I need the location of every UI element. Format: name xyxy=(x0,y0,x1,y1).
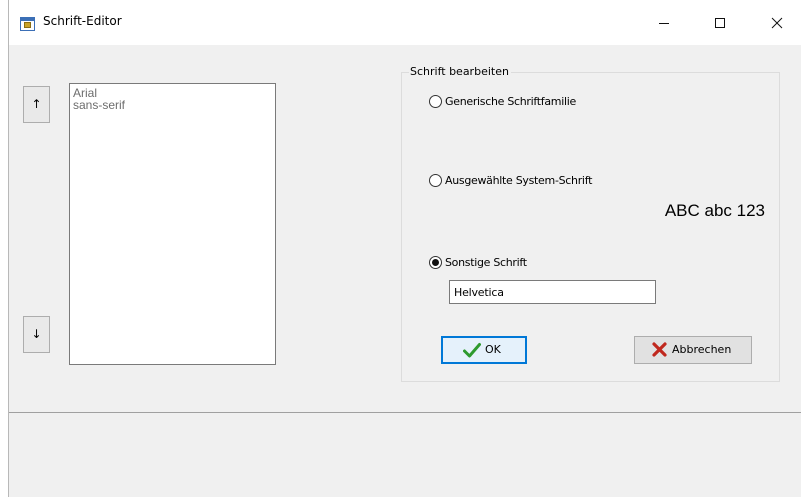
system-font-label: Ausgewählte System-Schrift xyxy=(445,174,593,187)
window-title: Schrift-Editor xyxy=(43,14,122,28)
font-editor-window: Schrift-Editor ↑ ↓ Arial sans-serif Schr… xyxy=(8,0,801,497)
checkmark-icon xyxy=(463,343,481,358)
system-font-radio[interactable] xyxy=(429,174,442,187)
other-font-input[interactable] xyxy=(449,280,656,304)
maximize-button[interactable] xyxy=(697,0,743,45)
maximize-icon xyxy=(715,18,725,28)
list-item[interactable]: sans-serif xyxy=(73,99,275,111)
title-bar: Schrift-Editor xyxy=(9,0,801,45)
footer-area xyxy=(9,413,801,497)
minimize-button[interactable] xyxy=(641,0,687,45)
radio-selected-dot xyxy=(432,259,439,266)
close-icon xyxy=(771,17,783,29)
other-font-label: Sonstige Schrift xyxy=(445,256,527,269)
generic-family-label: Generische Schriftfamilie xyxy=(445,95,576,108)
font-family-list[interactable]: Arial sans-serif xyxy=(69,83,276,365)
minimize-icon xyxy=(659,23,669,24)
other-font-radio[interactable] xyxy=(429,256,442,269)
move-down-button[interactable]: ↓ xyxy=(23,316,50,353)
font-preview: ABC abc 123 xyxy=(664,201,765,220)
cancel-button[interactable]: Abbrechen xyxy=(634,336,752,364)
font-editor-app-icon xyxy=(20,17,35,31)
cancel-label: Abbrechen xyxy=(672,343,732,356)
close-button[interactable] xyxy=(754,0,800,45)
ok-label: OK xyxy=(485,343,501,356)
generic-family-radio[interactable] xyxy=(429,95,442,108)
ok-button[interactable]: OK xyxy=(441,336,527,364)
group-title: Schrift bearbeiten xyxy=(409,64,511,80)
red-x-icon xyxy=(652,342,667,357)
edit-font-group: Schrift bearbeiten Generische Schriftfam… xyxy=(401,64,780,382)
move-up-button[interactable]: ↑ xyxy=(23,86,50,123)
